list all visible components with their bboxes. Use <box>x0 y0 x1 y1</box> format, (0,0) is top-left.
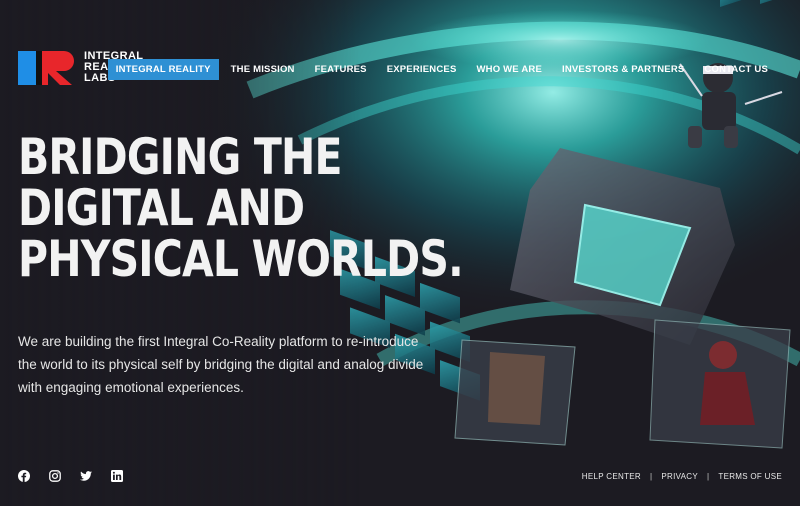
footer-separator: | <box>649 472 653 481</box>
terms-of-use-link[interactable]: TERMS OF USE <box>718 472 782 481</box>
nav-item-contact-us[interactable]: CONTACT US <box>696 59 776 80</box>
hero-title-line-2: DIGITAL AND <box>18 179 305 237</box>
nav-item-investors-partners[interactable]: INVESTORS & PARTNERS <box>554 59 692 80</box>
footer-separator: | <box>707 472 710 481</box>
hero-title-line-1: BRIDGING THE <box>18 128 343 186</box>
hero-title-line-3: PHYSICAL WORLDS. <box>18 230 464 288</box>
instagram-icon[interactable] <box>49 470 61 482</box>
social-links <box>18 470 142 482</box>
logo-mark-icon <box>18 51 76 85</box>
linkedin-icon[interactable] <box>111 470 123 482</box>
privacy-link[interactable]: PRIVACY <box>661 472 698 481</box>
nav-item-experiences[interactable]: EXPERIENCES <box>379 59 465 80</box>
main-navigation: INTEGRAL REALITY THE MISSION FEATURES EX… <box>104 59 776 80</box>
nav-item-who-we-are[interactable]: WHO WE ARE <box>468 59 550 80</box>
facebook-icon[interactable] <box>18 470 30 482</box>
hero-title: BRIDGING THE DIGITAL AND PHYSICAL WORLDS… <box>18 128 464 288</box>
nav-item-integral-reality[interactable]: INTEGRAL REALITY <box>107 59 219 80</box>
hero-description: We are building the first Integral Co-Re… <box>18 334 424 395</box>
twitter-icon[interactable] <box>80 470 92 482</box>
footer-links: HELP CENTER | PRIVACY | TERMS OF USE <box>582 472 782 481</box>
nav-item-the-mission[interactable]: THE MISSION <box>223 59 303 80</box>
help-center-link[interactable]: HELP CENTER <box>582 472 641 481</box>
nav-item-features[interactable]: FEATURES <box>307 59 375 80</box>
